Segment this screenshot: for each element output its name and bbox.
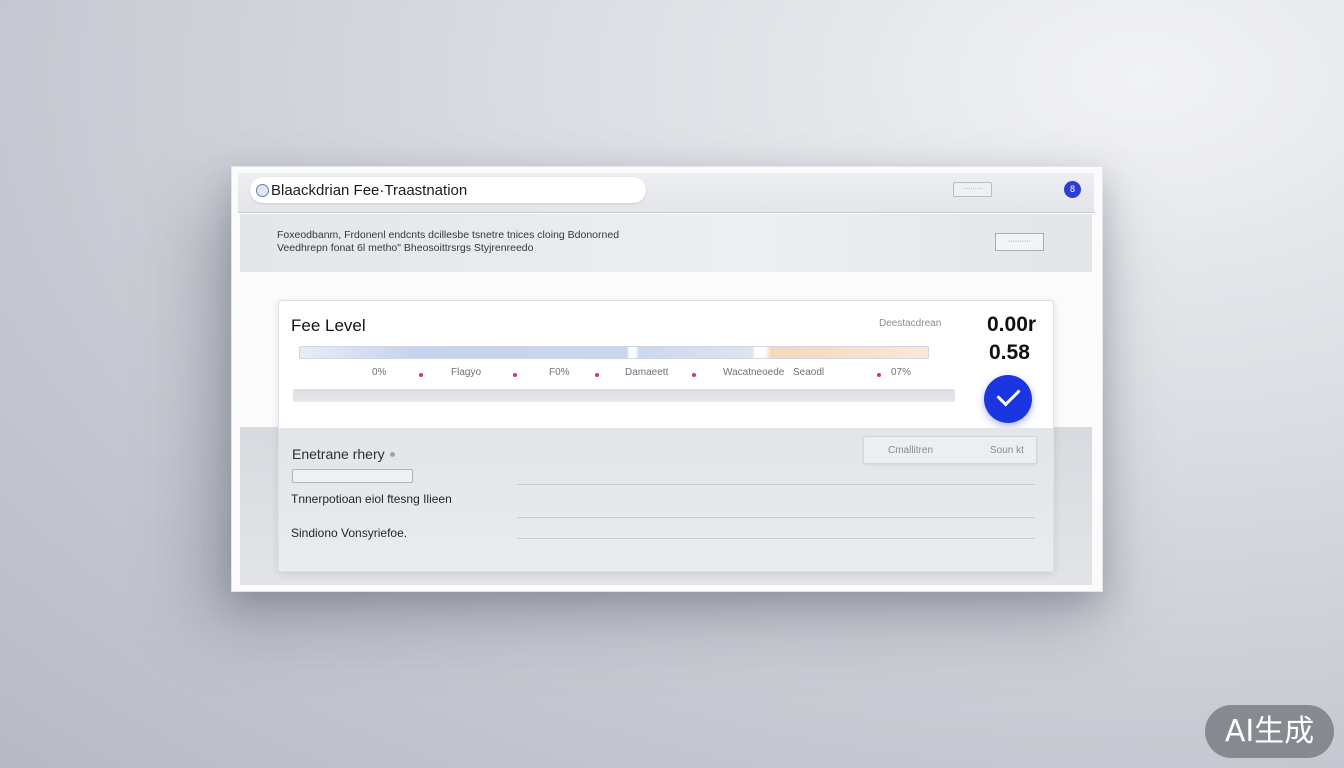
section-title: Enetrane rhery — [292, 446, 385, 462]
row-divider — [517, 517, 1035, 518]
scale-marker — [595, 373, 599, 377]
scale-labels: 0% Flagyo F0% Damaeett Wacatneoede Seaod… — [279, 367, 959, 383]
scale-label: Seaodl — [793, 367, 825, 378]
scale-label: 07% — [891, 367, 912, 378]
section-input[interactable] — [292, 469, 413, 483]
fee-level-slider[interactable] — [299, 346, 929, 359]
check-icon[interactable] — [984, 375, 1032, 423]
watermark-badge: AI生成 — [1205, 705, 1334, 758]
description-line-2: Veedhrepn fonat 6l metho" Bheosoittrsrgs… — [277, 242, 534, 254]
tab-first[interactable]: Cmallitren — [888, 445, 933, 456]
title-bar: Blaackdrian Fee·Traastnation ·········· … — [238, 173, 1094, 213]
status-dot — [390, 452, 395, 457]
toolbar-button[interactable]: ·········· — [953, 182, 992, 197]
scale-label: Damaeett — [625, 367, 669, 378]
tab-second[interactable]: Soun kt — [990, 445, 1024, 456]
info-icon[interactable]: 8 — [1064, 181, 1081, 198]
details-panel: Enetrane rhery Cmallitren Soun kt Tnnerp… — [279, 428, 1053, 571]
detail-row-label: Sindiono Vonsyriefoe. — [291, 526, 408, 540]
title-pill: Blaackdrian Fee·Traastnation — [250, 177, 646, 203]
fee-value-secondary: 0.58 — [989, 341, 1030, 364]
globe-icon — [256, 183, 269, 197]
scale-label: 0% — [372, 367, 387, 378]
scale-marker — [513, 373, 517, 377]
description-bar: Foxeodbanm, Frdonenl endcnts dcillesbe t… — [240, 214, 1092, 272]
fee-card: Fee Level Deestacdrean 0.00r 0.58 0% Fla… — [278, 300, 1054, 572]
detail-row-label: Tnnerpotioan eiol ftesng Ilieen — [291, 492, 452, 506]
app-window: Blaackdrian Fee·Traastnation ·········· … — [231, 166, 1103, 592]
scale-marker — [419, 373, 423, 377]
window-title: Blaackdrian Fee·Traastnation — [271, 181, 468, 199]
scale-marker — [692, 373, 696, 377]
scale-marker — [877, 373, 881, 377]
fee-value-primary: 0.00r — [987, 313, 1037, 336]
row-divider — [517, 538, 1035, 539]
tab-group: Cmallitren Soun kt — [863, 436, 1037, 464]
fee-mini-label: Deestacdrean — [879, 318, 942, 329]
row-divider — [517, 484, 1035, 485]
secondary-bar — [293, 389, 955, 402]
scale-label: F0% — [549, 367, 570, 378]
description-line-1: Foxeodbanm, Frdonenl endcnts dcillesbe t… — [277, 229, 620, 241]
scale-label: Flagyo — [451, 367, 482, 378]
scale-label: Wacatneoede — [723, 367, 785, 378]
description-button[interactable]: ·········· — [995, 233, 1044, 251]
fee-level-title: Fee Level — [291, 316, 366, 335]
